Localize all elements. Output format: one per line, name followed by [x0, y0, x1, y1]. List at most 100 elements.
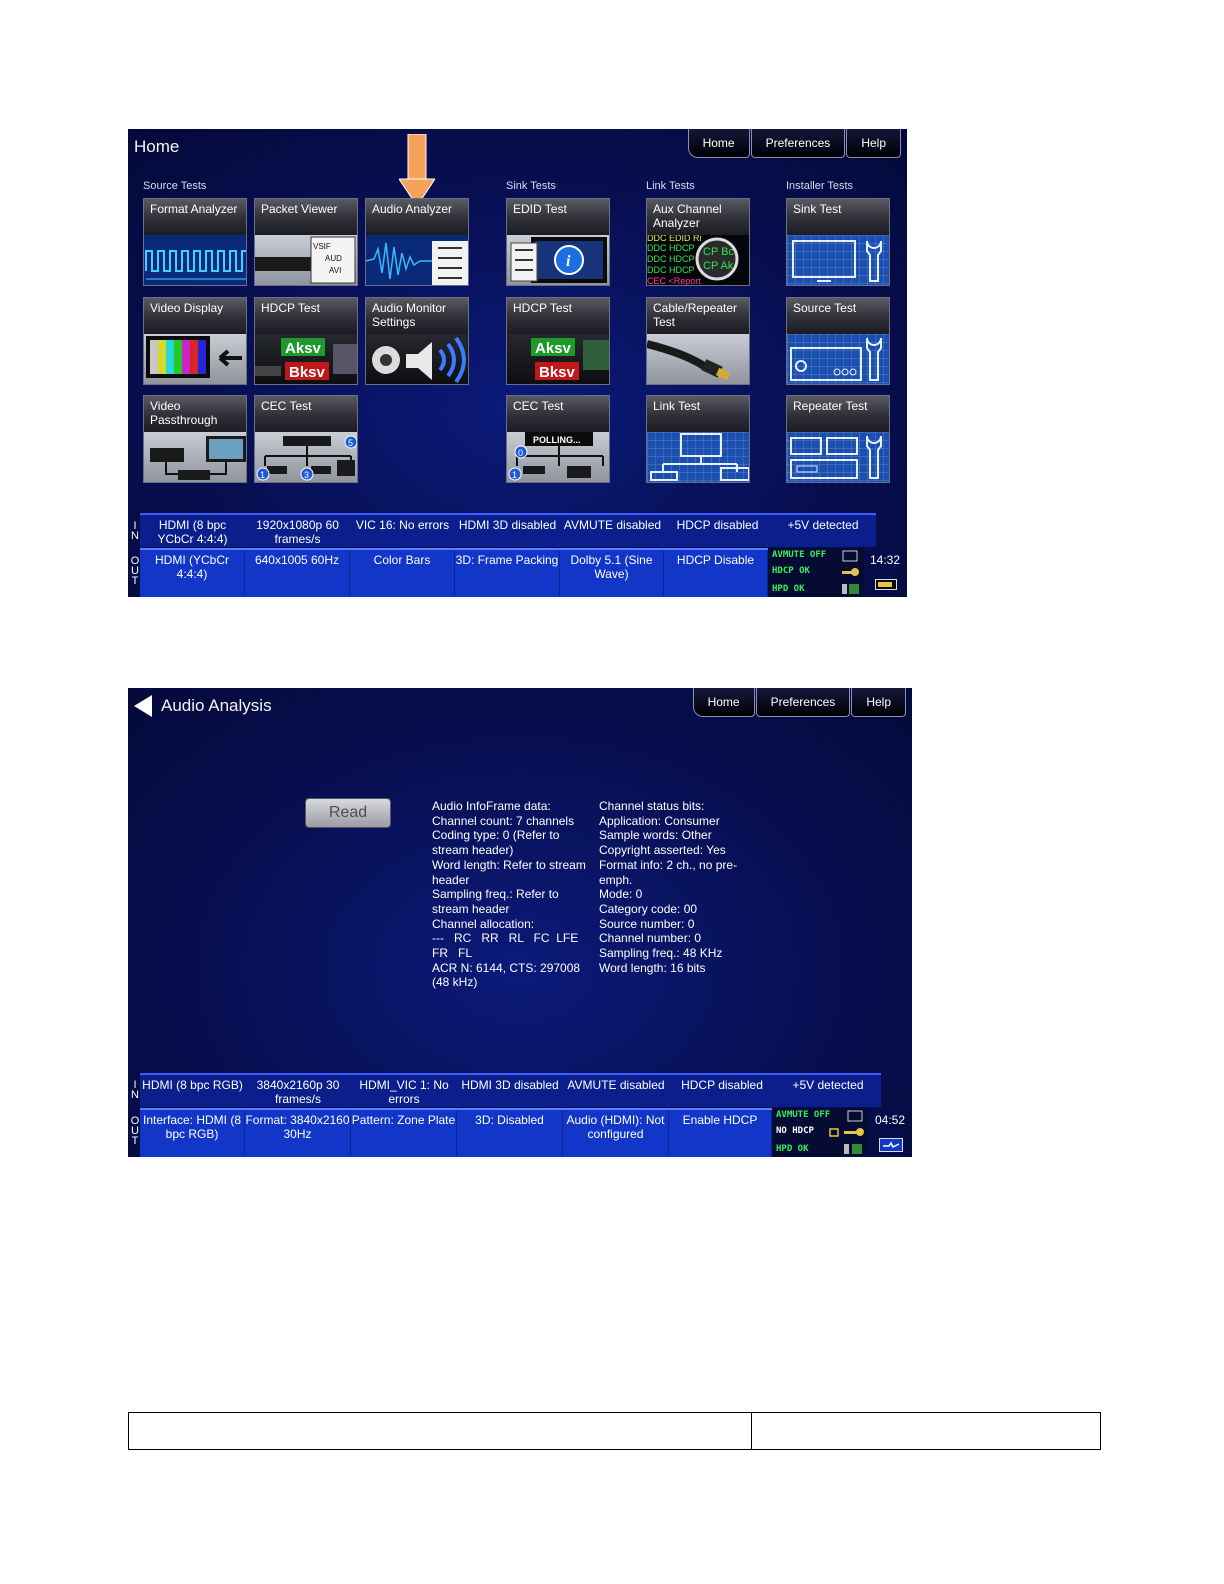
channel-status-bits: Channel status bits: Application: Consum… — [599, 799, 759, 975]
infoframe-line: Channel count: 7 channels — [432, 813, 575, 828]
tile-label: Packet Viewer — [255, 199, 357, 235]
out-status-pattern[interactable]: Pattern: Zone Plate — [351, 1110, 457, 1157]
top-nav: Home Preferences Help — [692, 688, 906, 717]
tile-sink-test[interactable]: Sink Test — [786, 198, 890, 286]
tile-video-passthrough[interactable]: Video Passthrough — [143, 395, 247, 483]
tile-edid-test[interactable]: EDID Test i — [506, 198, 610, 286]
out-status-3d[interactable]: 3D: Frame Packing — [455, 550, 560, 597]
preferences-button[interactable]: Preferences — [755, 688, 851, 717]
channel-status-line: Category code: 00 — [599, 901, 698, 916]
image-text: DDC HDCP — [647, 243, 695, 253]
clock: 14:32 — [869, 553, 901, 567]
channel-status-line: Sampling freq.: 48 KHz — [599, 946, 723, 961]
channel-status-line: Channel status bits: — [599, 799, 705, 813]
out-status-audio[interactable]: Dolby 5.1 (Sine Wave) — [560, 550, 664, 597]
audio-waveform-icon — [366, 235, 468, 285]
tile-hdcp-test-sink[interactable]: HDCP Test Aksv Bksv — [506, 297, 610, 385]
input-status-bar: HDMI (8 bpc RGB) 3840x2160p 30 frames/s … — [140, 1073, 881, 1107]
preferences-button[interactable]: Preferences — [750, 129, 846, 158]
out-status-hdcp[interactable]: HDCP Disable — [664, 550, 768, 597]
tile-link-test[interactable]: Link Test — [646, 395, 750, 483]
channel-status-line: Source number: 0 — [599, 916, 695, 931]
packet-viewer-icon: VSIF AUD AVI — [255, 235, 357, 285]
tile-aux-channel-analyzer[interactable]: Aux Channel Analyzer DDC EDID Ri DDC HDC… — [646, 198, 750, 286]
in-status-interface: HDMI (8 bpc RGB) — [142, 1078, 243, 1092]
waveform-icon — [144, 235, 246, 285]
tile-cec-test-source[interactable]: CEC Test 1 3 5 — [254, 395, 358, 483]
image-text: 1 — [512, 470, 517, 480]
in-status-5v: +5V detected — [792, 1078, 864, 1092]
channel-status-line: emph. — [599, 872, 633, 887]
image-text: DDC EDID Ri — [647, 235, 702, 243]
footer-cell — [129, 1413, 751, 1449]
infoframe-line: (48 kHz) — [432, 975, 478, 990]
out-status-format[interactable]: Format: 3840x2160 30Hz — [245, 1110, 351, 1157]
out-status-audio[interactable]: Audio (HDMI): Not configured — [563, 1110, 669, 1157]
home-button[interactable]: Home — [692, 688, 755, 717]
tile-hdcp-test-source[interactable]: HDCP Test Aksv Bksv — [254, 297, 358, 385]
edid-info-icon: i — [507, 235, 609, 285]
home-button[interactable]: Home — [687, 129, 750, 158]
status-indicators: AVMUTE OFF NO HDCP HPD OK — [772, 1108, 868, 1157]
page-title: Home — [134, 137, 180, 156]
link-test-icon — [647, 432, 749, 482]
source-receiver-icon — [787, 334, 889, 384]
tile-cec-test-sink[interactable]: CEC Test POLLING... 0 1 — [506, 395, 610, 483]
out-status-pattern[interactable]: Color Bars — [350, 550, 455, 597]
out-status-interface[interactable]: Interface: HDMI (8 bpc RGB) — [140, 1110, 245, 1157]
in-status-avmute: AVMUTE disabled — [563, 518, 662, 532]
in-status-3d: HDMI 3D disabled — [461, 1078, 559, 1092]
power-icon — [879, 1138, 903, 1152]
tile-packet-viewer[interactable]: Packet Viewer VSIF AUD AVI — [254, 198, 358, 286]
hpd-indicator: HPD OK — [776, 1144, 809, 1154]
out-status-format[interactable]: 640x1005 60Hz — [245, 550, 350, 597]
tile-format-analyzer[interactable]: Format Analyzer — [143, 198, 247, 286]
channel-status-line: Channel number: 0 — [599, 931, 702, 946]
tile-cable-repeater-test[interactable]: Cable/Repeater Test — [646, 297, 750, 385]
out-status-3d[interactable]: 3D: Disabled — [457, 1110, 563, 1157]
tile-source-test[interactable]: Source Test — [786, 297, 890, 385]
image-text: Bksv — [539, 364, 576, 381]
tile-label: HDCP Test — [255, 298, 357, 334]
tile-repeater-test[interactable]: Repeater Test — [786, 395, 890, 483]
audio-settings-icon — [366, 334, 468, 384]
input-status-bar: HDMI (8 bpc YCbCr 4:4:4) 1920x1080p 60 f… — [140, 513, 876, 547]
in-status-timing: 3840x2160p 30 frames/s — [256, 1078, 340, 1106]
aux-channel-magnifier-icon: DDC EDID Ri DDC HDCP DDC HDCP DDC HDCP C… — [647, 233, 749, 285]
battery-icon — [875, 579, 897, 590]
tile-audio-analyzer[interactable]: Audio Analyzer — [365, 198, 469, 286]
tile-label: HDCP Test — [507, 298, 609, 334]
tile-video-display[interactable]: Video Display — [143, 297, 247, 385]
read-button[interactable]: Read — [305, 798, 391, 828]
section-link-tests: Link Tests — [646, 180, 695, 192]
svg-text:VSIF: VSIF — [313, 242, 331, 251]
footer-cell — [751, 1413, 1100, 1449]
home-screen: Home Home Preferences Help Source Tests … — [128, 129, 907, 597]
back-arrow-icon[interactable] — [132, 694, 154, 718]
tile-label: EDID Test — [507, 199, 609, 235]
help-button[interactable]: Help — [846, 129, 901, 158]
tile-label: Repeater Test — [787, 396, 889, 432]
infoframe-line: stream header — [432, 901, 510, 916]
svg-text:AVI: AVI — [329, 266, 341, 275]
in-status-avmute: AVMUTE disabled — [567, 1078, 665, 1092]
out-label: OUT — [130, 555, 140, 587]
infoframe-line: FR FL — [432, 946, 473, 961]
svg-text:i: i — [566, 253, 571, 270]
svg-text:AUD: AUD — [325, 254, 342, 263]
help-button[interactable]: Help — [851, 688, 906, 717]
out-status-hdcp[interactable]: Enable HDCP — [669, 1110, 772, 1157]
tile-label: Video Passthrough — [144, 396, 246, 432]
infoframe-line: Audio InfoFrame data: — [432, 799, 551, 813]
audio-infoframe-data: Audio InfoFrame data: Channel count: 7 c… — [432, 799, 592, 990]
in-label: IN — [131, 520, 139, 542]
image-text: DDC HDCP — [647, 265, 695, 275]
channel-status-line: Word length: 16 bits — [599, 960, 706, 975]
section-sink-tests: Sink Tests — [506, 180, 556, 192]
infoframe-line: Word length: Refer to stream — [432, 857, 586, 872]
tile-audio-monitor-settings[interactable]: Audio Monitor Settings — [365, 297, 469, 385]
channel-status-line: Mode: 0 — [599, 887, 643, 902]
tile-label: Audio Monitor Settings — [366, 298, 468, 334]
in-status-hdcp: HDCP disabled — [676, 518, 759, 532]
out-status-interface[interactable]: HDMI (YCbCr 4:4:4) — [140, 550, 245, 597]
